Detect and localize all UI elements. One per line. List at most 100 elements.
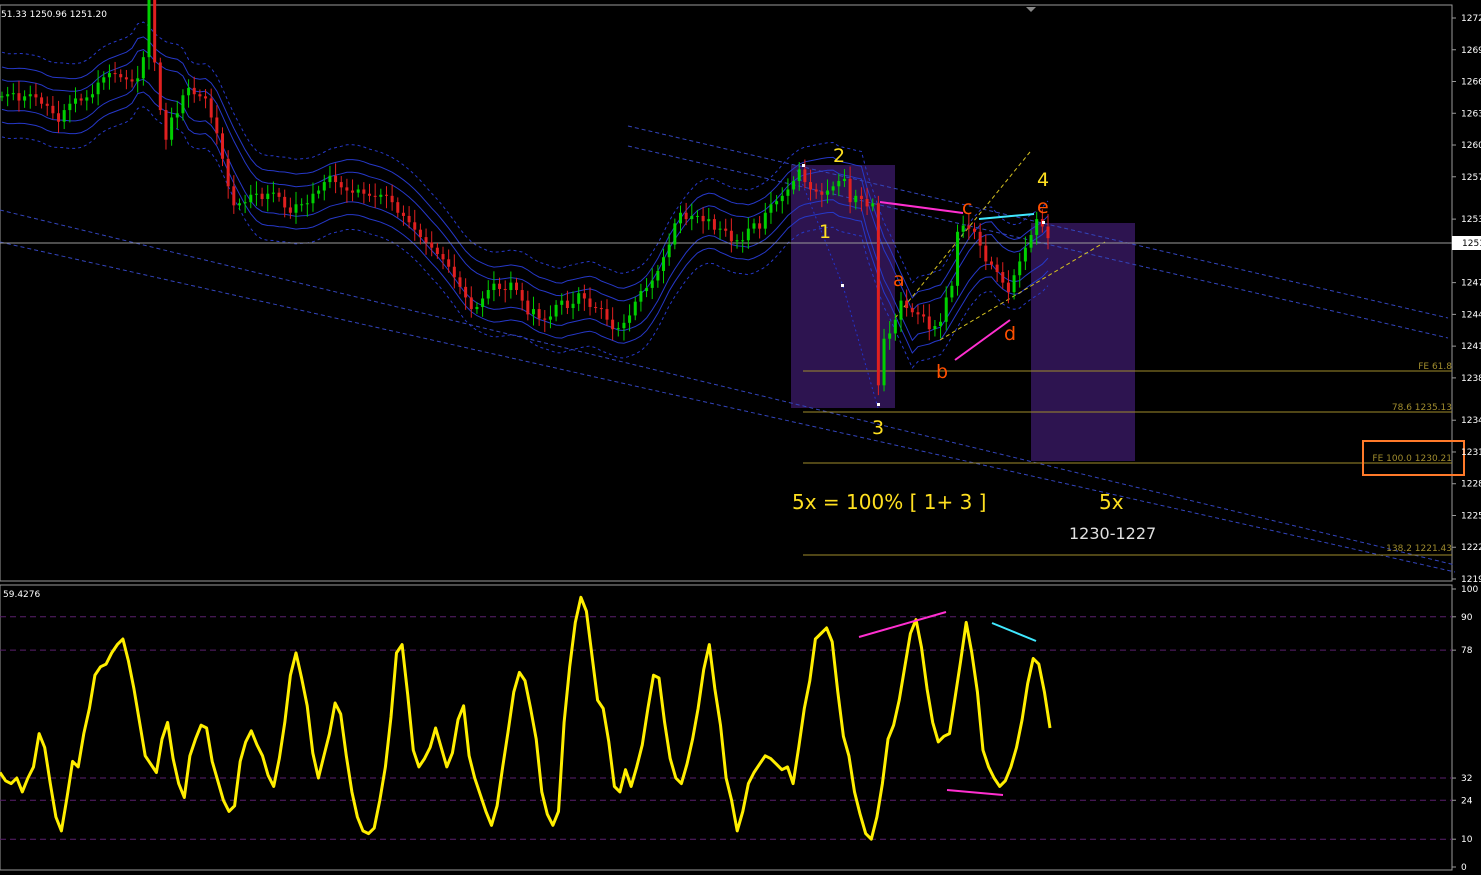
candle-body (243, 202, 247, 204)
note-target: 5x (1099, 490, 1124, 514)
osc-tick-label: 78 (1461, 646, 1473, 656)
candle-body (170, 117, 174, 140)
osc-tick-label: 90 (1461, 613, 1473, 623)
candle-body (560, 300, 564, 305)
candle-body (396, 202, 400, 213)
candle-body (187, 87, 191, 96)
candle-body (345, 187, 349, 191)
candle-body (328, 175, 332, 183)
candle-body (11, 93, 15, 95)
candle-body (842, 178, 846, 182)
candle-body (520, 290, 524, 301)
candle-body (939, 321, 943, 327)
note-range: 1230-1227 (1069, 524, 1156, 543)
candle-body (57, 113, 61, 122)
pivot-marker (802, 164, 805, 167)
price-tick-label: 1244 (1461, 310, 1481, 320)
candle-body (351, 190, 355, 193)
candle-body (221, 133, 225, 159)
candle-body (831, 186, 835, 191)
candle-body (266, 193, 270, 200)
candle-body (645, 287, 649, 292)
osc-tick-label: 100 (1461, 585, 1478, 595)
fib-label-100: FE 100.0 1230.21 (1372, 454, 1452, 464)
candle-body (639, 291, 643, 302)
candle-body (961, 225, 965, 232)
candle-body (571, 303, 575, 309)
wave-label-1: 1 (819, 221, 831, 243)
candle-body (792, 181, 796, 190)
candle-body (1018, 261, 1022, 276)
candle-body (232, 186, 236, 206)
candle-body (401, 212, 405, 216)
price-tick-label: 1228 (1461, 480, 1481, 490)
candle-body (1006, 282, 1010, 293)
candle-body (735, 240, 739, 242)
candle-body (40, 97, 44, 104)
candle-body (452, 266, 456, 278)
candle-body (435, 247, 439, 255)
candle-body (492, 283, 496, 291)
candle-body (1001, 272, 1005, 283)
candle-body (164, 110, 168, 140)
candle-body (950, 285, 954, 298)
candle-body (68, 103, 72, 111)
price-tick-label: 1257 (1461, 173, 1481, 183)
wave-label-2: 2 (833, 145, 845, 167)
candle-body (537, 309, 541, 319)
price-tick-label: 1241 (1461, 342, 1481, 352)
candle-body (447, 259, 451, 267)
sub-wave-label-a: a (893, 269, 905, 291)
candle-body (204, 96, 208, 99)
candle-body (147, 0, 151, 58)
candle-body (79, 98, 83, 101)
candle-body (271, 192, 275, 194)
candle-body (780, 195, 784, 202)
candle-body (809, 182, 813, 190)
candle-body (526, 300, 530, 315)
candle-body (181, 95, 185, 114)
price-tick-label: 1266 (1461, 78, 1481, 88)
candle-body (769, 204, 773, 213)
candle-body (124, 77, 128, 80)
candle-body (464, 286, 468, 298)
candle-body (820, 191, 824, 195)
candle-body (0, 96, 4, 98)
candle-body (803, 169, 807, 183)
candle-body (209, 98, 213, 118)
candle-body (362, 189, 366, 194)
candle-body (102, 77, 106, 83)
candle-body (288, 207, 292, 213)
price-tick-label: 1238 (1461, 374, 1481, 384)
candle-body (85, 97, 89, 101)
candle-body (249, 194, 253, 203)
price-tick-label: 1219 (1461, 575, 1481, 585)
candle-body (34, 94, 38, 98)
candle-body (797, 169, 801, 182)
candle-body (413, 222, 417, 230)
price-tick-label: 1222 (1461, 543, 1481, 553)
candle-body (96, 82, 100, 95)
chart-svg: 1 2 3 4 a b c d e FE 61.8 78.6 1235.13 F… (0, 0, 1481, 873)
candle-body (17, 93, 21, 101)
candle-body (972, 228, 976, 232)
candle-body (848, 178, 852, 203)
sub-wave-label-e: e (1037, 196, 1049, 218)
candle-body (775, 201, 779, 205)
price-tick-label: 1253 (1461, 215, 1481, 225)
fib-label-138: 138.2 1221.43 (1386, 544, 1452, 554)
candle-body (1023, 247, 1027, 262)
candle-body (418, 229, 422, 238)
candle-body (707, 219, 711, 222)
candle-body (933, 326, 937, 330)
candle-body (888, 333, 892, 339)
candle-body (300, 204, 304, 206)
candle-body (967, 225, 971, 229)
candle-body (373, 195, 377, 197)
candle-body (515, 282, 519, 291)
candle-body (283, 196, 287, 208)
candle-body (599, 308, 603, 310)
candle-body (384, 194, 388, 196)
candle-body (334, 175, 338, 183)
candle-body (198, 94, 202, 97)
